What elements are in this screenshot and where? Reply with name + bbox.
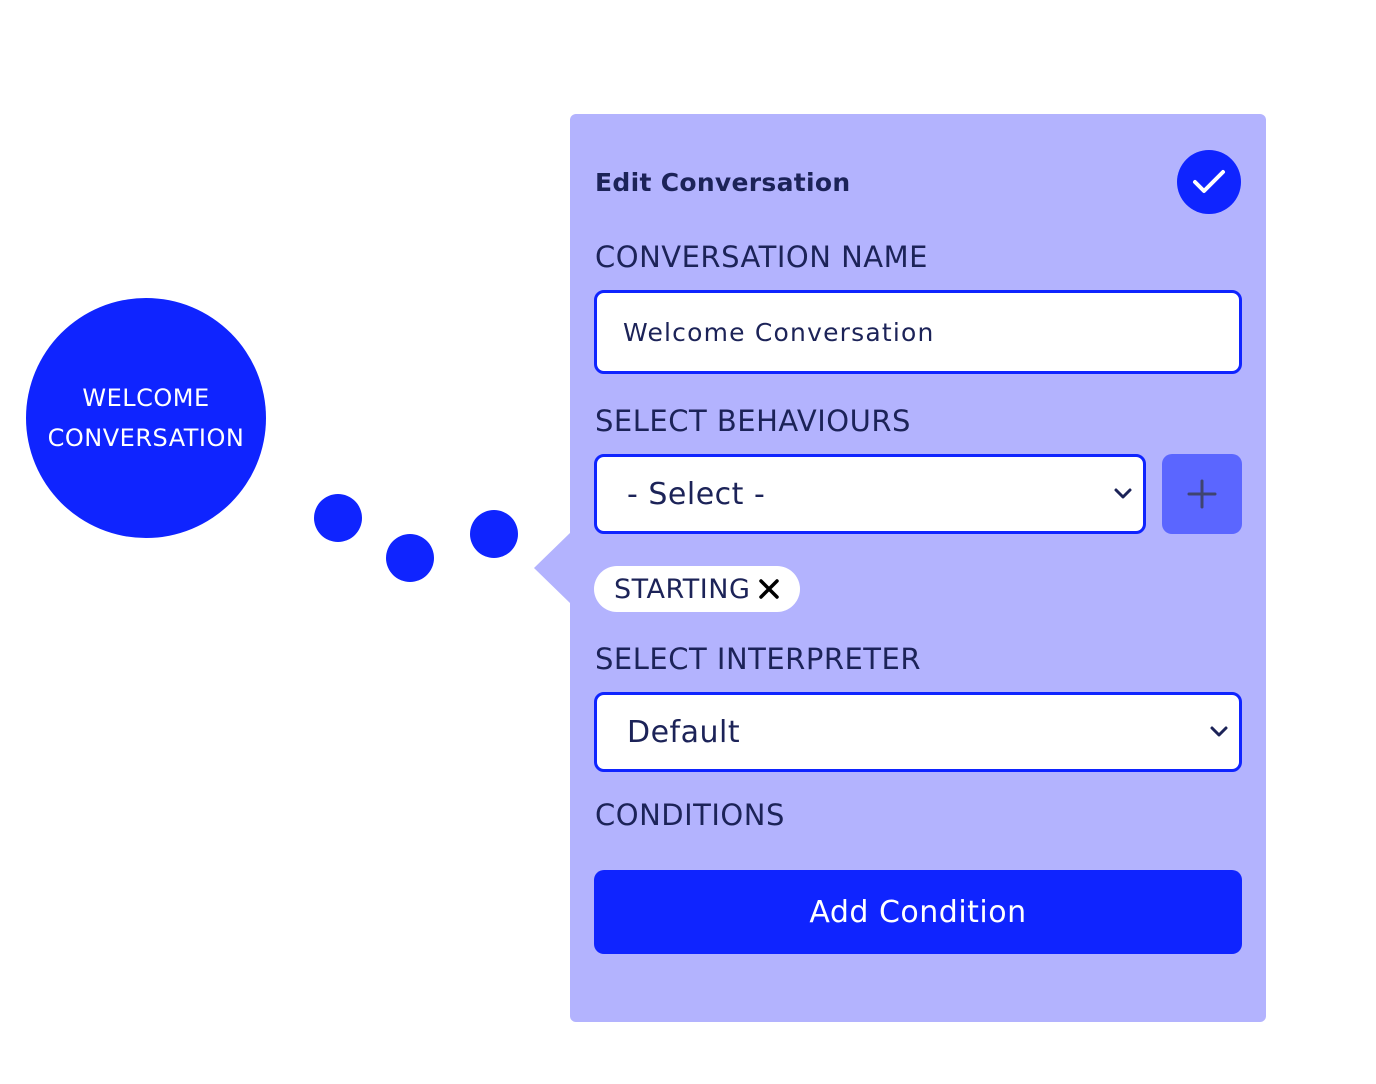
- select-behaviours-label: SELECT BEHAVIOURS: [595, 404, 911, 438]
- conversation-node-label-line1: WELCOME: [82, 384, 210, 412]
- connector-dot: [314, 494, 362, 542]
- plus-icon: [1187, 479, 1217, 509]
- chevron-down-icon: [1114, 488, 1132, 499]
- behaviour-tag: STARTING: [594, 566, 801, 612]
- edit-conversation-panel: Edit Conversation CONVERSATION NAME SELE…: [570, 114, 1266, 1022]
- connector-dot: [470, 510, 518, 558]
- select-interpreter-label: SELECT INTERPRETER: [595, 642, 921, 676]
- close-icon: [759, 579, 780, 599]
- add-condition-button[interactable]: Add Condition: [594, 870, 1242, 954]
- panel-pointer: [534, 532, 571, 604]
- connector-dot: [386, 534, 434, 582]
- conversation-node-label-line2: CONVERSATION: [47, 424, 245, 452]
- behaviours-select[interactable]: - Select -: [594, 454, 1146, 534]
- interpreter-select[interactable]: Default: [594, 692, 1242, 772]
- remove-tag-button[interactable]: [758, 578, 780, 600]
- conversation-node[interactable]: WELCOME CONVERSATION: [26, 298, 266, 538]
- interpreter-select-value: Default: [627, 714, 741, 750]
- chevron-down-icon: [1210, 726, 1228, 737]
- conditions-label: CONDITIONS: [595, 798, 785, 832]
- conversation-name-input[interactable]: [594, 290, 1242, 374]
- checkmark-icon: [1193, 170, 1225, 193]
- behaviours-select-value: - Select -: [627, 476, 766, 512]
- add-behaviour-button[interactable]: [1162, 454, 1242, 534]
- confirm-button[interactable]: [1177, 150, 1241, 214]
- canvas: WELCOME CONVERSATION Edit Conversation C…: [0, 0, 1376, 1084]
- conversation-name-label: CONVERSATION NAME: [595, 240, 928, 274]
- behaviour-tag-label: STARTING: [614, 573, 751, 605]
- panel-title: Edit Conversation: [595, 168, 851, 197]
